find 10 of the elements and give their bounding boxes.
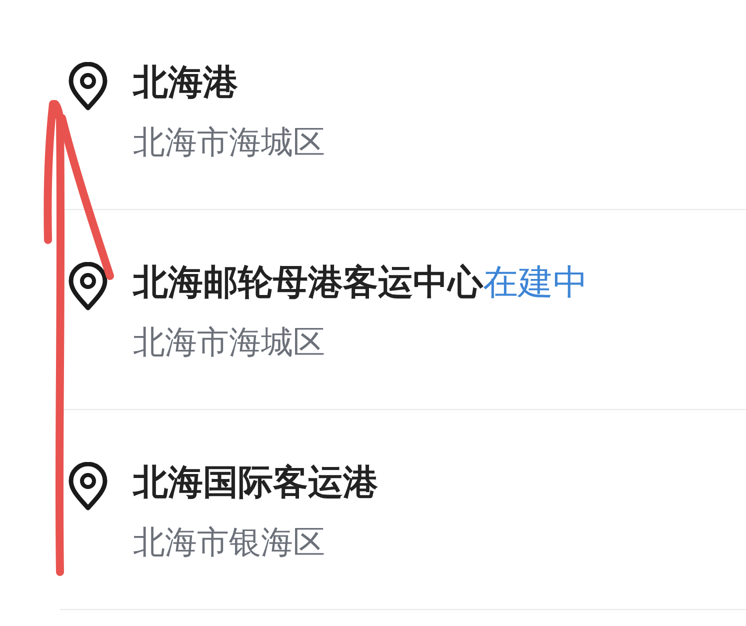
place-address: 北海市银海区 xyxy=(133,522,326,562)
place-name[interactable]: 北海邮轮母港客运中心 xyxy=(133,260,483,306)
place-address: 北海市海城区 xyxy=(133,122,325,162)
place-name[interactable]: 北海国际客运港 xyxy=(133,460,378,506)
status-label: 在建中 xyxy=(483,262,588,305)
place-address: 北海市海城区 xyxy=(133,322,326,362)
place-name[interactable]: 北海港 xyxy=(133,60,238,106)
location-pin-icon xyxy=(67,262,109,312)
location-pin-icon xyxy=(67,62,109,112)
location-pin-icon xyxy=(67,462,109,512)
